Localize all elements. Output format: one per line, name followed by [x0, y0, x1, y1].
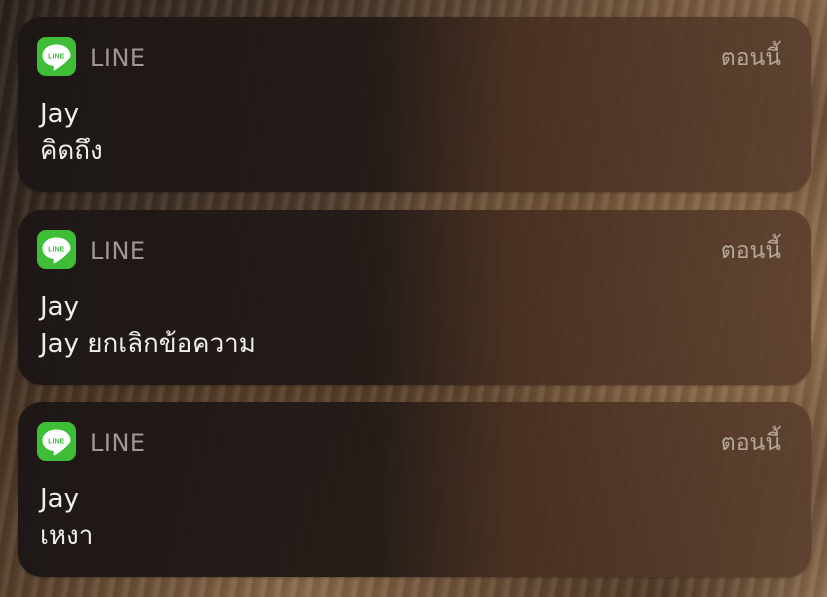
notification-message: เหงา — [40, 521, 94, 551]
line-app-icon: LINE — [37, 422, 76, 461]
notification-card[interactable]: LINE LINE ตอนนี้ Jay คิดถึง — [18, 17, 811, 192]
app-name: LINE — [90, 429, 146, 457]
line-app-icon: LINE — [37, 37, 76, 76]
app-name: LINE — [90, 237, 146, 265]
notification-time: ตอนนี้ — [720, 45, 781, 71]
line-app-icon: LINE — [37, 230, 76, 269]
svg-text:LINE: LINE — [48, 436, 65, 445]
notification-message: คิดถึง — [40, 136, 103, 166]
svg-text:LINE: LINE — [48, 244, 65, 253]
svg-text:LINE: LINE — [48, 51, 65, 60]
notification-card[interactable]: LINE LINE ตอนนี้ Jay Jay ยกเลิกข้อความ — [18, 210, 811, 385]
notification-time: ตอนนี้ — [720, 430, 781, 456]
notification-sender: Jay — [40, 484, 79, 514]
notification-sender: Jay — [40, 292, 79, 322]
notification-time: ตอนนี้ — [720, 238, 781, 264]
notification-message: Jay ยกเลิกข้อความ — [40, 329, 256, 359]
app-name: LINE — [90, 44, 146, 72]
notification-sender: Jay — [40, 99, 79, 129]
notification-card[interactable]: LINE LINE ตอนนี้ Jay เหงา — [18, 402, 811, 577]
